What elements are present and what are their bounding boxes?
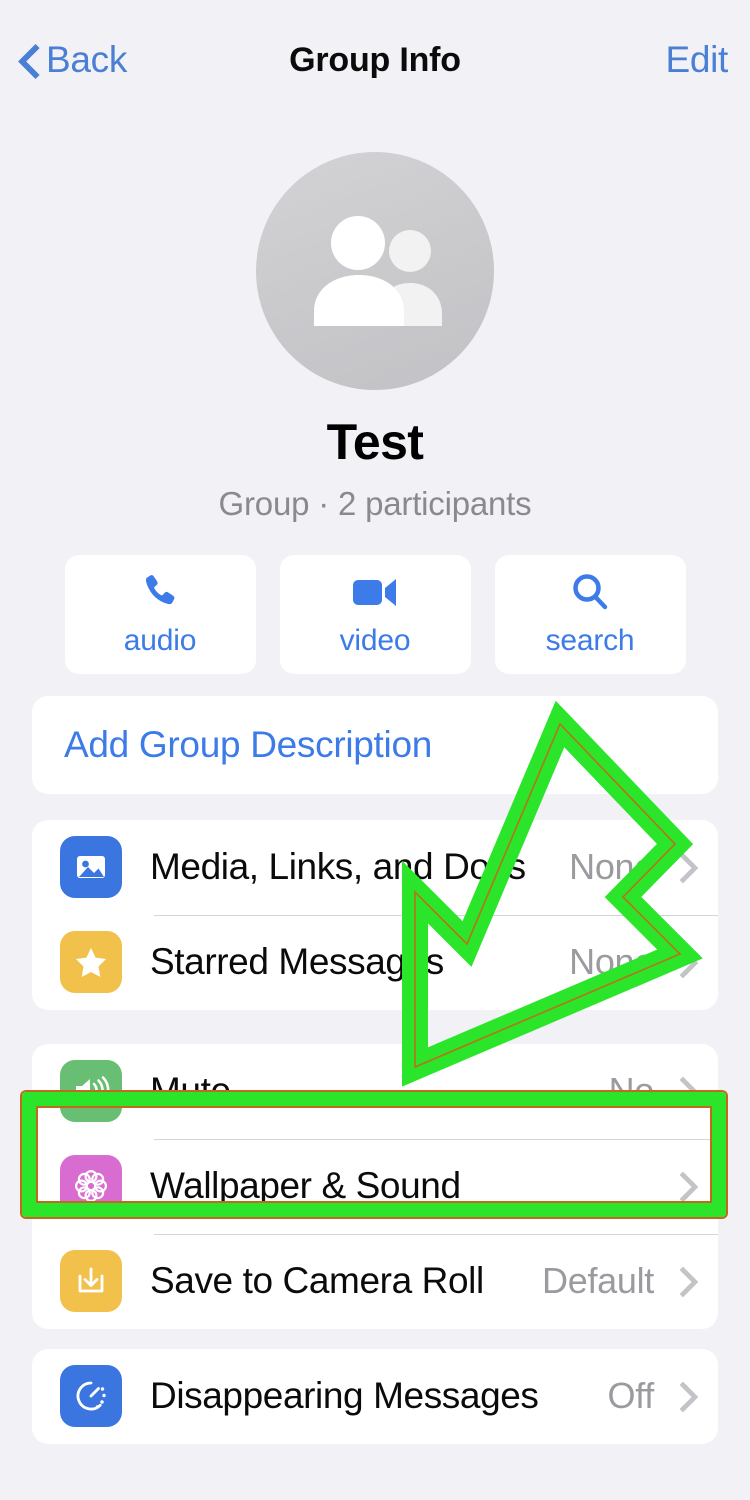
edit-button[interactable]: Edit — [665, 39, 728, 81]
row-label: Save to Camera Roll — [150, 1260, 484, 1301]
search-button[interactable]: search — [494, 554, 686, 674]
row-label: Media, Links, and Docs — [150, 846, 526, 887]
back-button[interactable]: Back — [18, 39, 127, 81]
row-starred-messages[interactable]: Starred Messages None — [32, 914, 718, 1010]
row-label: Mute — [150, 1070, 231, 1111]
row-value: Default — [542, 1260, 654, 1301]
page-title: Group Info — [289, 40, 461, 79]
settings-group-notifications: Mute No Wallpaper & Sound Save to Camera… — [32, 1043, 718, 1329]
audio-call-button[interactable]: audio — [64, 554, 256, 674]
row-mute[interactable]: Mute No — [32, 1044, 718, 1139]
group-header: Test Group · 2 participants — [0, 120, 750, 523]
star-icon — [60, 931, 122, 993]
chevron-right-icon — [672, 1171, 688, 1201]
chevron-right-icon — [672, 1381, 688, 1411]
row-value: None — [569, 846, 654, 887]
audio-call-label: audio — [123, 624, 197, 657]
group-subtitle: Group · 2 participants — [218, 484, 532, 522]
search-icon — [570, 570, 610, 614]
add-group-description-label: Add Group Description — [64, 723, 433, 765]
group-info-screen: Back Group Info Edit Test Group · 2 part… — [0, 0, 750, 1500]
chevron-right-icon — [672, 852, 688, 882]
row-value: No — [608, 1070, 655, 1111]
search-label: search — [545, 624, 635, 657]
chevron-right-icon — [672, 1076, 688, 1106]
row-disappearing-messages[interactable]: Disappearing Messages Off — [32, 1349, 718, 1444]
chevron-right-icon — [672, 947, 688, 977]
timer-icon — [60, 1365, 122, 1427]
row-label: Wallpaper & Sound — [150, 1165, 461, 1206]
phone-icon — [139, 570, 181, 614]
back-button-label: Back — [46, 39, 128, 80]
photo-icon — [60, 836, 122, 898]
row-value: Off — [607, 1375, 655, 1416]
settings-group-privacy: Disappearing Messages Off — [32, 1348, 718, 1444]
chevron-right-icon — [672, 1266, 688, 1296]
video-camera-icon — [352, 570, 398, 614]
download-tray-icon — [60, 1250, 122, 1312]
settings-group-media: Media, Links, and Docs None Starred Mess… — [32, 819, 718, 1010]
navigation-bar: Back Group Info Edit — [0, 0, 750, 120]
row-value: None — [569, 941, 654, 982]
row-save-to-camera-roll[interactable]: Save to Camera Roll Default — [32, 1233, 718, 1329]
flower-icon — [60, 1155, 122, 1217]
group-people-icon — [314, 216, 442, 326]
action-buttons: audio video search — [0, 554, 750, 674]
group-description-card: Add Group Description — [32, 695, 718, 794]
speaker-wave-icon — [60, 1060, 122, 1122]
group-name: Test — [326, 414, 424, 470]
video-call-label: video — [339, 624, 411, 657]
row-label: Disappearing Messages — [150, 1375, 539, 1416]
avatar[interactable] — [256, 152, 494, 390]
row-wallpaper-and-sound[interactable]: Wallpaper & Sound — [32, 1138, 718, 1234]
row-label: Starred Messages — [150, 941, 444, 982]
video-call-button[interactable]: video — [279, 554, 471, 674]
row-media-links-docs[interactable]: Media, Links, and Docs None — [32, 820, 718, 915]
chevron-left-icon — [18, 41, 40, 79]
add-group-description-row[interactable]: Add Group Description — [32, 696, 718, 794]
